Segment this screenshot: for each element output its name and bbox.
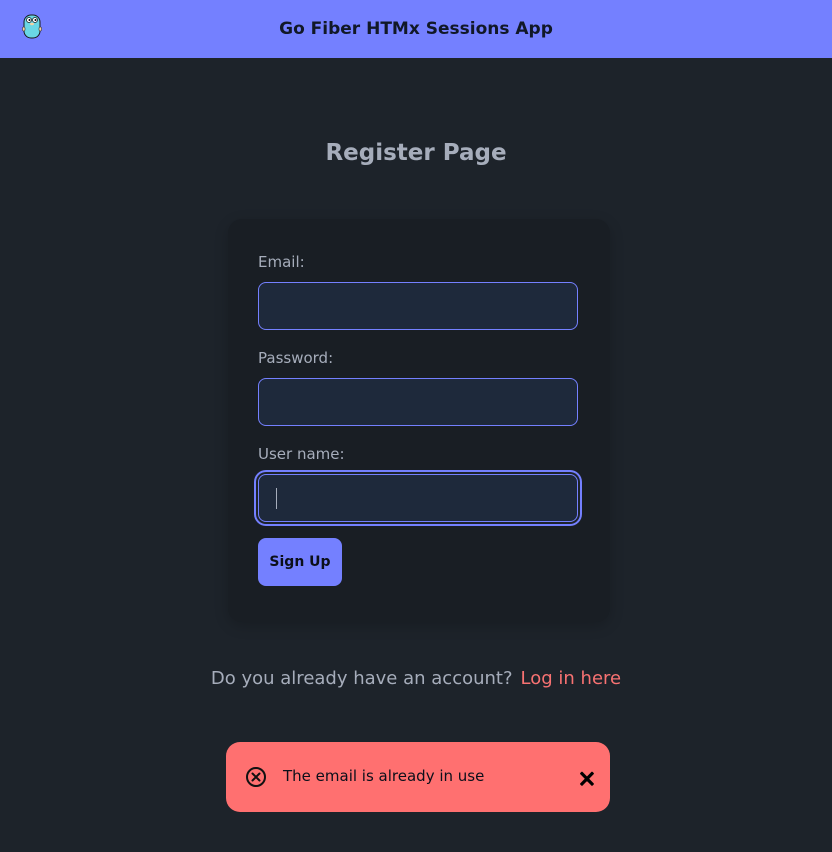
register-form: Email: Password: User name: Sign Up (228, 219, 610, 622)
close-icon[interactable]: 🗙 (574, 764, 600, 790)
app-title: Go Fiber HTMx Sessions App (279, 19, 553, 39)
account-prompt-text: Do you already have an account? (210, 668, 513, 689)
sign-up-button[interactable]: Sign Up (258, 538, 342, 586)
login-link[interactable]: Log in here (521, 668, 622, 689)
password-input[interactable] (258, 378, 578, 426)
error-toast: The email is already in use 🗙 (226, 742, 610, 812)
page-title: Register Page (325, 140, 507, 166)
username-label: User name: (258, 445, 345, 463)
text-caret (276, 488, 277, 509)
toast-message: The email is already in use (283, 767, 485, 785)
account-prompt: Do you already have an account? Log in he… (0, 668, 832, 689)
password-label: Password: (258, 349, 334, 367)
email-label: Email: (258, 253, 305, 271)
email-input[interactable] (258, 282, 578, 330)
error-circle-icon (246, 767, 266, 787)
username-input[interactable] (258, 474, 578, 522)
gopher-icon[interactable] (22, 12, 42, 40)
navbar: Go Fiber HTMx Sessions App (0, 0, 832, 58)
